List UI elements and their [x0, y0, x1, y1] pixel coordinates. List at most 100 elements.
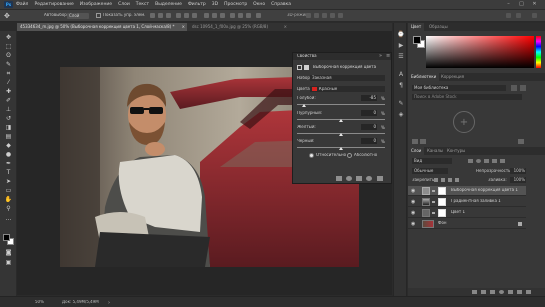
- actions-icon[interactable]: ▶: [397, 42, 405, 49]
- clone-stamp-tool-icon[interactable]: ⊥: [4, 106, 13, 113]
- pen-tool-icon[interactable]: ✒: [4, 160, 13, 167]
- brush-tool-icon[interactable]: ✐: [4, 97, 13, 104]
- link-layers-icon[interactable]: [472, 290, 477, 294]
- properties-title-bar[interactable]: Свойства » ≡: [293, 53, 391, 60]
- layer-row-gradient-fill[interactable]: ◉ Градиентная заливка 1: [408, 197, 526, 207]
- menu-select[interactable]: Выделение: [155, 2, 182, 7]
- preset-dropdown[interactable]: Заказная: [310, 75, 385, 81]
- menu-window[interactable]: Окно: [253, 2, 265, 7]
- filter-type-icon[interactable]: [484, 159, 489, 163]
- new-adjustment-icon[interactable]: [499, 290, 504, 294]
- zoom-tool-icon[interactable]: ⚲: [4, 205, 13, 212]
- edit-toolbar-icon[interactable]: …: [4, 215, 13, 222]
- layer-style-icon[interactable]: [481, 290, 486, 294]
- eyedropper-tool-icon[interactable]: ⁄: [4, 79, 13, 86]
- eye-icon[interactable]: ◉: [411, 221, 417, 227]
- workspace-switcher-icon[interactable]: [516, 13, 521, 18]
- properties-icon[interactable]: ☰: [397, 53, 405, 60]
- 3d-orbit-icon[interactable]: [306, 13, 311, 18]
- menu-edit[interactable]: Редактирование: [34, 2, 73, 7]
- collapse-icon[interactable]: »: [379, 53, 382, 59]
- document-info[interactable]: Док: 5,49M/5,49M: [62, 300, 99, 304]
- magenta-value[interactable]: 0: [361, 110, 377, 116]
- filter-pixel-icon[interactable]: [468, 159, 473, 163]
- screen-mode-icon[interactable]: ▣: [4, 259, 13, 266]
- 3d-scale-icon[interactable]: [338, 13, 343, 18]
- library-dropdown[interactable]: Моя библиотека: [412, 85, 506, 91]
- distribute-bottom-icon[interactable]: [220, 13, 225, 18]
- fill-input[interactable]: 100%: [510, 177, 526, 183]
- new-group-icon[interactable]: [508, 290, 513, 294]
- history-brush-tool-icon[interactable]: ↺: [4, 115, 13, 122]
- color-fg-swatch[interactable]: [413, 36, 421, 44]
- document-tab-inactive[interactable]: dsc 10954_1_f00x.jpg @ 25% (RGB/8) ×: [189, 23, 289, 31]
- relative-radio[interactable]: [309, 153, 314, 158]
- lock-transparent-icon[interactable]: [434, 178, 438, 182]
- show-controls-checkbox[interactable]: [96, 13, 101, 18]
- zoom-level[interactable]: 50%: [35, 300, 44, 304]
- library-add-icon[interactable]: [412, 139, 418, 144]
- align-top-icon[interactable]: [150, 13, 155, 18]
- marquee-tool-icon[interactable]: ⬚: [4, 43, 13, 50]
- autoselect-dropdown[interactable]: Слой: [67, 13, 89, 19]
- distribute-left-icon[interactable]: [230, 13, 235, 18]
- blur-tool-icon[interactable]: ◆: [4, 142, 13, 149]
- type-tool-icon[interactable]: T: [4, 169, 13, 176]
- tab-paths[interactable]: Контуры: [444, 147, 468, 155]
- menu-layers[interactable]: Слои: [118, 2, 130, 7]
- tab-adjustments[interactable]: Коррекция: [438, 73, 467, 81]
- menu-type[interactable]: Текст: [136, 2, 149, 7]
- library-cloud-icon[interactable]: [420, 139, 426, 144]
- 3d-pan-icon[interactable]: [322, 13, 327, 18]
- brush-settings-icon[interactable]: ✎: [397, 100, 405, 107]
- layer-mask-thumbnail[interactable]: [438, 198, 446, 206]
- lock-position-icon[interactable]: [448, 178, 452, 182]
- cyan-slider-handle[interactable]: [301, 104, 306, 107]
- tab-swatches[interactable]: Образцы: [426, 23, 451, 31]
- minimize-button[interactable]: –: [506, 2, 511, 7]
- distribute-right-icon[interactable]: [246, 13, 251, 18]
- menu-file[interactable]: Файл: [16, 2, 28, 7]
- new-layer-icon[interactable]: [517, 290, 522, 294]
- opacity-input[interactable]: 100%: [510, 168, 526, 174]
- healing-brush-tool-icon[interactable]: ✚: [4, 88, 13, 95]
- tab-libraries[interactable]: Библиотеки: [408, 73, 440, 81]
- eraser-tool-icon[interactable]: ◨: [4, 124, 13, 131]
- hue-slider[interactable]: [536, 36, 541, 68]
- mask-icon[interactable]: [304, 65, 309, 70]
- eye-icon[interactable]: ◉: [411, 210, 417, 216]
- visibility-icon[interactable]: [366, 176, 372, 181]
- menu-3d[interactable]: 3D: [212, 2, 218, 7]
- paragraph-icon[interactable]: ¶: [397, 82, 405, 89]
- cyan-value[interactable]: -85: [361, 95, 377, 101]
- filter-adjustment-icon[interactable]: [476, 159, 481, 163]
- library-search-input[interactable]: Поиск в Adobe Stock: [412, 94, 522, 100]
- yellow-value[interactable]: 0: [361, 124, 377, 130]
- blend-mode-dropdown[interactable]: Обычные: [412, 168, 448, 174]
- dodge-tool-icon[interactable]: ●: [4, 151, 13, 158]
- grid-view-icon[interactable]: [511, 85, 517, 91]
- workspace-search-icon[interactable]: [506, 13, 511, 18]
- tab-color[interactable]: Цвет: [408, 23, 425, 31]
- layer-mask-thumbnail[interactable]: [438, 187, 446, 195]
- list-view-icon[interactable]: [520, 85, 526, 91]
- filter-smart-icon[interactable]: [500, 159, 505, 163]
- foreground-color-swatch[interactable]: [3, 234, 10, 241]
- shape-tool-icon[interactable]: ▭: [4, 187, 13, 194]
- lock-pixels-icon[interactable]: [441, 178, 445, 182]
- eye-icon[interactable]: ◉: [411, 199, 417, 205]
- gradient-tool-icon[interactable]: ▤: [4, 133, 13, 140]
- yellow-slider-handle[interactable]: [339, 133, 343, 136]
- align-right-icon[interactable]: [192, 13, 197, 18]
- view-previous-icon[interactable]: [346, 176, 352, 181]
- share-icon[interactable]: [532, 13, 537, 18]
- close-tab-icon[interactable]: ×: [284, 23, 287, 31]
- close-window-button[interactable]: ✕: [532, 2, 537, 7]
- library-trash-icon[interactable]: [518, 139, 524, 144]
- history-icon[interactable]: ⌚: [397, 31, 405, 38]
- panel-menu-icon[interactable]: ≡: [386, 53, 390, 59]
- layer-filter-dropdown[interactable]: Вид: [412, 158, 452, 164]
- delete-adjustment-icon[interactable]: [377, 176, 383, 181]
- layer-row-selective-color[interactable]: ◉ Выборочная коррекция цвета 1: [408, 186, 526, 196]
- align-left-icon[interactable]: [176, 13, 181, 18]
